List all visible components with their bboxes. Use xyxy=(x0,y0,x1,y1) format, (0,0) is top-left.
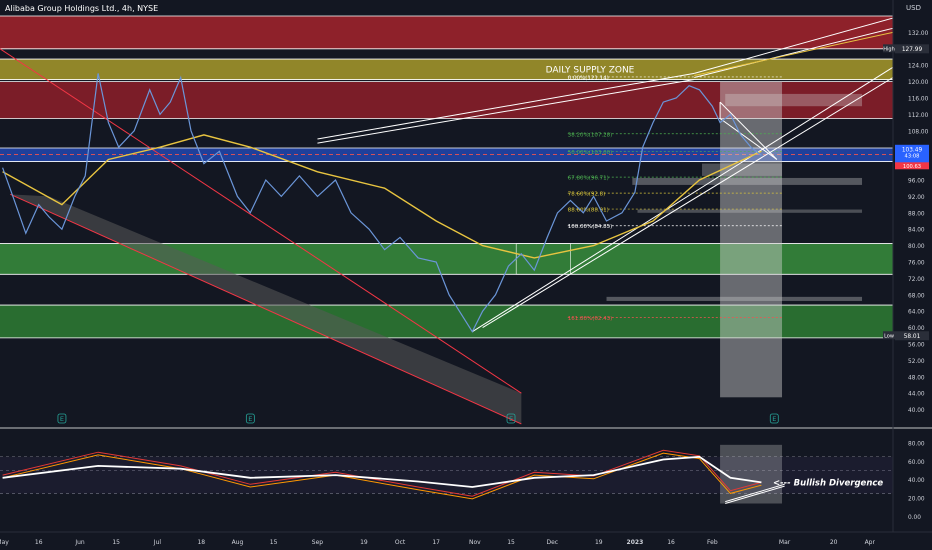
y-tick-label: 60.00 xyxy=(908,326,925,332)
y-tick-label: 48.00 xyxy=(908,375,925,381)
rsi-tick-label: 60.00 xyxy=(908,460,925,466)
y-tick-label: 68.00 xyxy=(908,293,925,299)
grey-box xyxy=(632,177,863,185)
chart-canvas[interactable]: DAILY SUPPLY ZONE 0.00%(121.14) 38.20%(10… xyxy=(0,0,932,550)
bullish-divergence-annotation: <--- Bullish Divergence xyxy=(773,478,883,488)
y-tick-label: 80.00 xyxy=(908,244,925,250)
x-tick-label: 2023 xyxy=(627,539,644,546)
fib-level-label: 50.00%(103.00) xyxy=(568,150,613,156)
x-tick-label: 16 xyxy=(35,539,43,546)
high-value: 127.99 xyxy=(902,47,923,53)
symbol-title: Alibaba Group Holdings Ltd., 4h, NYSE xyxy=(5,4,159,13)
y-tick-label: 108.00 xyxy=(908,129,929,135)
zone-label: DAILY SUPPLY ZONE xyxy=(546,65,635,75)
rsi-tick-label: 20.00 xyxy=(908,497,925,503)
fib-level-label: 100.00%(84.85) xyxy=(568,224,613,230)
high-tag-text: High xyxy=(883,46,895,52)
x-tick-label: Oct xyxy=(395,539,406,546)
earnings-marker-label: E xyxy=(60,415,64,423)
rsi-tick-label: 80.00 xyxy=(908,442,925,448)
fib-level-label: 0.00%(121.14) xyxy=(568,75,609,81)
y-tick-label: 92.00 xyxy=(908,195,925,201)
x-tick-label: Jul xyxy=(153,539,162,546)
y-tick-label: 40.00 xyxy=(908,408,925,414)
grey-boxes-layer xyxy=(515,81,863,398)
daily-supply-zone xyxy=(0,59,893,80)
x-tick-label: Feb xyxy=(707,539,718,546)
rsi-tick-label: 0.00 xyxy=(908,515,921,521)
event-markers-layer: EEEE xyxy=(57,413,779,424)
y-tick-label: 44.00 xyxy=(908,392,925,398)
grey-box xyxy=(720,81,783,398)
supply-zone-top xyxy=(0,16,893,49)
y-tick-label: 116.00 xyxy=(908,97,929,103)
x-tick-label: Aug xyxy=(232,539,244,546)
y-tick-label: 72.00 xyxy=(908,277,925,283)
y-tick-label: 132.00 xyxy=(908,31,929,37)
x-tick-label: Nov xyxy=(469,539,481,546)
rsi-tick-label: 40.00 xyxy=(908,478,925,484)
grey-box xyxy=(606,296,863,301)
rsi-grey-box xyxy=(720,444,783,504)
second-price-value: 100.63 xyxy=(903,164,921,170)
fib-level-label: 67.80%(96.71) xyxy=(568,176,609,182)
x-tick-label: 16 xyxy=(667,539,675,546)
y-tick-label: 76.00 xyxy=(908,261,925,267)
fib-level-label: 161.80%(62.43) xyxy=(568,316,613,322)
currency-label: USD xyxy=(906,4,921,12)
x-tick-label: 20 xyxy=(830,539,838,546)
x-tick-label: 15 xyxy=(112,539,120,546)
y-tick-label: 120.00 xyxy=(908,80,929,86)
low-tag-text: Low xyxy=(884,333,894,339)
y-tick-label: 56.00 xyxy=(908,343,925,349)
x-tick-label: Jun xyxy=(74,539,85,546)
x-tick-label: 18 xyxy=(197,539,205,546)
low-value: 58.01 xyxy=(904,334,921,340)
fib-level-label: 38.20%(107.28) xyxy=(568,132,613,138)
x-tick-label: 19 xyxy=(595,539,603,546)
fib-level-label: 78.60%(92.8) xyxy=(568,192,606,198)
time-axis: May 16 Jun 15 Jul 18 Aug 15 Sep 19 Oct 17 Nov 15 Dec 19… xyxy=(0,531,932,546)
y-tick-label: 64.00 xyxy=(908,310,925,316)
earnings-marker-label: E xyxy=(509,415,513,423)
x-tick-label: 19 xyxy=(360,539,368,546)
countdown-value: 43:08 xyxy=(905,153,920,159)
earnings-marker-label: E xyxy=(248,415,252,423)
price-axis: 132.00128.00124.00120.00116.00112.00108.… xyxy=(892,0,929,532)
x-tick-label: 17 xyxy=(432,539,440,546)
x-tick-label: 15 xyxy=(270,539,278,546)
x-tick-label: Apr xyxy=(865,539,876,546)
y-tick-label: 84.00 xyxy=(908,228,925,234)
y-tick-label: 124.00 xyxy=(908,64,929,70)
earnings-marker-label: E xyxy=(772,415,776,423)
x-tick-label: Dec xyxy=(547,539,559,546)
rsi-pane: <--- Bullish Divergence 80.00 60.00 40.00 20… xyxy=(0,427,932,521)
y-tick-label: 52.00 xyxy=(908,359,925,365)
x-tick-label: Sep xyxy=(312,539,324,546)
y-tick-label: 96.00 xyxy=(908,179,925,185)
x-tick-label: May xyxy=(0,539,9,546)
y-tick-label: 88.00 xyxy=(908,211,925,217)
x-tick-label: Mar xyxy=(779,539,791,546)
y-tick-label: 112.00 xyxy=(908,113,929,119)
x-tick-label: 15 xyxy=(507,539,515,546)
